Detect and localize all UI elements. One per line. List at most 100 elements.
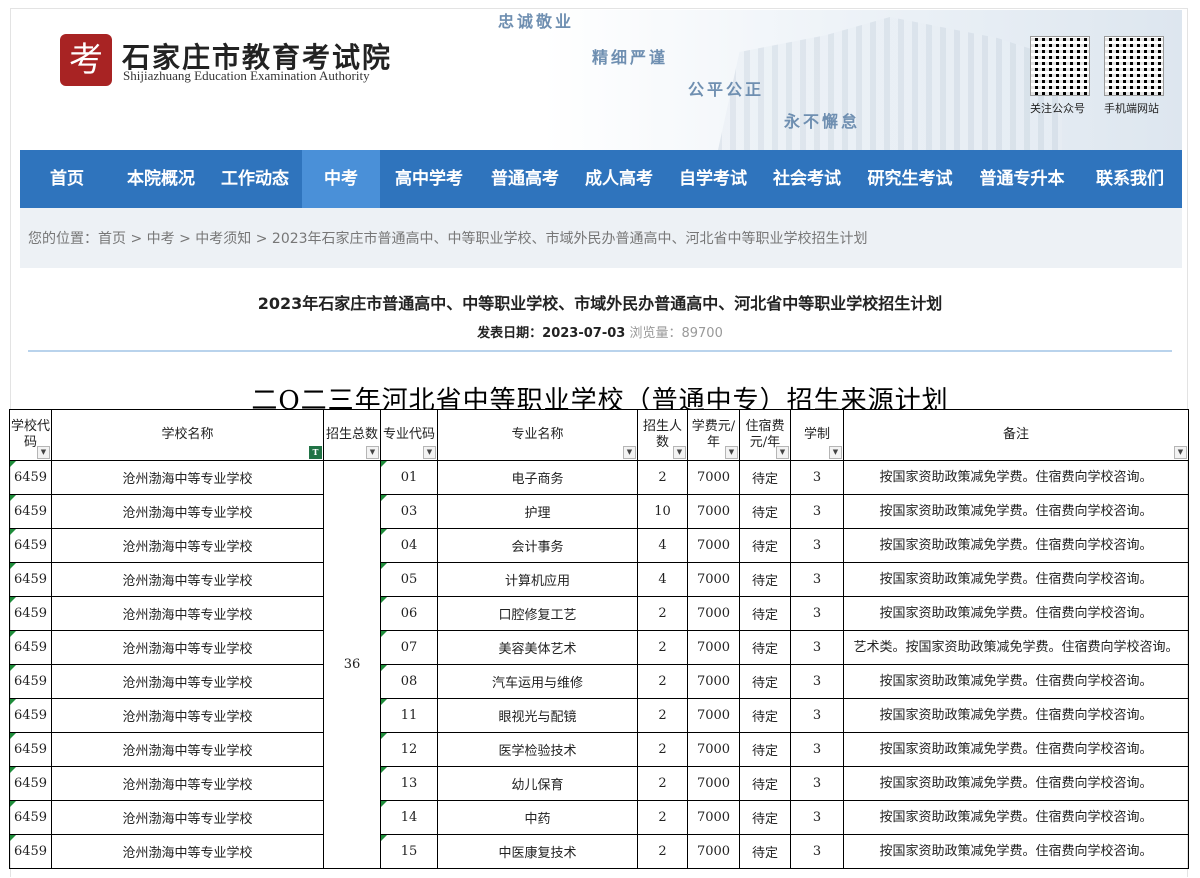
cell-major-name[interactable]: 医学检验技术 — [437, 732, 638, 767]
breadcrumb-notice[interactable]: 中考须知 — [195, 231, 251, 247]
breadcrumb-zhongkao[interactable]: 中考 — [147, 231, 175, 247]
filter-dropdown-icon[interactable]: ▼ — [673, 446, 686, 459]
cell-years[interactable]: 3 — [790, 834, 844, 869]
cell-lodging[interactable]: 待定 — [739, 630, 791, 665]
cell-major-code[interactable]: 15 — [380, 834, 438, 869]
cell-years[interactable]: 3 — [790, 494, 844, 529]
cell-years[interactable]: 3 — [790, 800, 844, 835]
cell-lodging[interactable]: 待定 — [739, 528, 791, 563]
cell-lodging[interactable]: 待定 — [739, 664, 791, 699]
cell-note[interactable]: 按国家资助政策减免学费。住宿费向学校咨询。 — [843, 460, 1189, 495]
logo-seal-icon[interactable]: 考 — [60, 34, 112, 86]
cell-school-name[interactable]: 沧州渤海中等专业学校 — [51, 834, 324, 869]
cell-major-name[interactable]: 口腔修复工艺 — [437, 596, 638, 631]
cell-years[interactable]: 3 — [790, 562, 844, 597]
cell-major-code[interactable]: 08 — [380, 664, 438, 699]
cell-count[interactable]: 2 — [637, 834, 688, 869]
cell-years[interactable]: 3 — [790, 766, 844, 801]
cell-lodging[interactable]: 待定 — [739, 494, 791, 529]
cell-school-code[interactable]: 6459 — [9, 766, 52, 801]
cell-years[interactable]: 3 — [790, 698, 844, 733]
cell-tuition[interactable]: 7000 — [687, 596, 740, 631]
cell-count[interactable]: 2 — [637, 698, 688, 733]
nav-item-upgrade[interactable]: 普通专升本 — [966, 150, 1078, 208]
cell-school-name[interactable]: 沧州渤海中等专业学校 — [51, 562, 324, 597]
cell-note[interactable]: 按国家资助政策减免学费。住宿费向学校咨询。 — [843, 528, 1189, 563]
cell-tuition[interactable]: 7000 — [687, 562, 740, 597]
cell-school-code[interactable]: 6459 — [9, 834, 52, 869]
filter-dropdown-icon[interactable]: ▼ — [725, 446, 738, 459]
cell-major-name[interactable]: 计算机应用 — [437, 562, 638, 597]
nav-item-zhongkao[interactable]: 中考 — [302, 150, 380, 208]
cell-years[interactable]: 3 — [790, 596, 844, 631]
nav-item-self-study[interactable]: 自学考试 — [666, 150, 760, 208]
cell-lodging[interactable]: 待定 — [739, 766, 791, 801]
cell-count[interactable]: 2 — [637, 630, 688, 665]
cell-years[interactable]: 3 — [790, 630, 844, 665]
cell-lodging[interactable]: 待定 — [739, 834, 791, 869]
cell-lodging[interactable]: 待定 — [739, 562, 791, 597]
filter-dropdown-icon[interactable]: ▼ — [366, 446, 379, 459]
cell-major-code[interactable]: 01 — [380, 460, 438, 495]
cell-major-code[interactable]: 13 — [380, 766, 438, 801]
nav-item-about[interactable]: 本院概况 — [114, 150, 208, 208]
cell-count[interactable]: 2 — [637, 664, 688, 699]
cell-school-name[interactable]: 沧州渤海中等专业学校 — [51, 800, 324, 835]
cell-note[interactable]: 按国家资助政策减免学费。住宿费向学校咨询。 — [843, 800, 1189, 835]
cell-lodging[interactable]: 待定 — [739, 460, 791, 495]
cell-school-code[interactable]: 6459 — [9, 698, 52, 733]
cell-note[interactable]: 按国家资助政策减免学费。住宿费向学校咨询。 — [843, 494, 1189, 529]
cell-note[interactable]: 按国家资助政策减免学费。住宿费向学校咨询。 — [843, 562, 1189, 597]
cell-total[interactable]: 36 — [323, 460, 381, 869]
breadcrumb-current[interactable]: 2023年石家庄市普通高中、中等职业学校、市域外民办普通高中、河北省中等职业学校… — [272, 231, 868, 247]
cell-school-name[interactable]: 沧州渤海中等专业学校 — [51, 494, 324, 529]
cell-count[interactable]: 2 — [637, 800, 688, 835]
cell-major-code[interactable]: 11 — [380, 698, 438, 733]
cell-note[interactable]: 按国家资助政策减免学费。住宿费向学校咨询。 — [843, 698, 1189, 733]
cell-tuition[interactable]: 7000 — [687, 732, 740, 767]
cell-note[interactable]: 按国家资助政策减免学费。住宿费向学校咨询。 — [843, 596, 1189, 631]
cell-years[interactable]: 3 — [790, 732, 844, 767]
cell-count[interactable]: 4 — [637, 562, 688, 597]
nav-item-graduate[interactable]: 研究生考试 — [854, 150, 966, 208]
cell-major-code[interactable]: 12 — [380, 732, 438, 767]
cell-tuition[interactable]: 7000 — [687, 494, 740, 529]
cell-tuition[interactable]: 7000 — [687, 766, 740, 801]
cell-school-name[interactable]: 沧州渤海中等专业学校 — [51, 698, 324, 733]
cell-school-code[interactable]: 6459 — [9, 732, 52, 767]
cell-note[interactable]: 按国家资助政策减免学费。住宿费向学校咨询。 — [843, 732, 1189, 767]
cell-major-name[interactable]: 护理 — [437, 494, 638, 529]
cell-school-name[interactable]: 沧州渤海中等专业学校 — [51, 630, 324, 665]
cell-school-name[interactable]: 沧州渤海中等专业学校 — [51, 766, 324, 801]
cell-major-code[interactable]: 05 — [380, 562, 438, 597]
filter-dropdown-icon[interactable]: ▼ — [829, 446, 842, 459]
cell-major-name[interactable]: 中医康复技术 — [437, 834, 638, 869]
cell-count[interactable]: 2 — [637, 766, 688, 801]
nav-item-home[interactable]: 首页 — [20, 150, 114, 208]
cell-major-name[interactable]: 中药 — [437, 800, 638, 835]
cell-major-code[interactable]: 14 — [380, 800, 438, 835]
nav-item-xuekao[interactable]: 高中学考 — [380, 150, 478, 208]
cell-tuition[interactable]: 7000 — [687, 528, 740, 563]
filter-dropdown-icon[interactable]: ▼ — [623, 446, 636, 459]
cell-school-code[interactable]: 6459 — [9, 528, 52, 563]
cell-school-code[interactable]: 6459 — [9, 800, 52, 835]
cell-tuition[interactable]: 7000 — [687, 834, 740, 869]
nav-item-gaokao[interactable]: 普通高考 — [478, 150, 572, 208]
cell-lodging[interactable]: 待定 — [739, 698, 791, 733]
cell-school-code[interactable]: 6459 — [9, 562, 52, 597]
cell-note[interactable]: 艺术类。按国家资助政策减免学费。住宿费向学校咨询。 — [843, 630, 1189, 665]
cell-lodging[interactable]: 待定 — [739, 732, 791, 767]
cell-years[interactable]: 3 — [790, 528, 844, 563]
cell-lodging[interactable]: 待定 — [739, 800, 791, 835]
cell-school-name[interactable]: 沧州渤海中等专业学校 — [51, 528, 324, 563]
cell-tuition[interactable]: 7000 — [687, 630, 740, 665]
filter-dropdown-icon[interactable]: ▼ — [1174, 446, 1187, 459]
cell-major-code[interactable]: 04 — [380, 528, 438, 563]
cell-note[interactable]: 按国家资助政策减免学费。住宿费向学校咨询。 — [843, 766, 1189, 801]
cell-years[interactable]: 3 — [790, 664, 844, 699]
cell-school-code[interactable]: 6459 — [9, 630, 52, 665]
cell-school-name[interactable]: 沧州渤海中等专业学校 — [51, 460, 324, 495]
cell-count[interactable]: 2 — [637, 732, 688, 767]
cell-note[interactable]: 按国家资助政策减免学费。住宿费向学校咨询。 — [843, 664, 1189, 699]
